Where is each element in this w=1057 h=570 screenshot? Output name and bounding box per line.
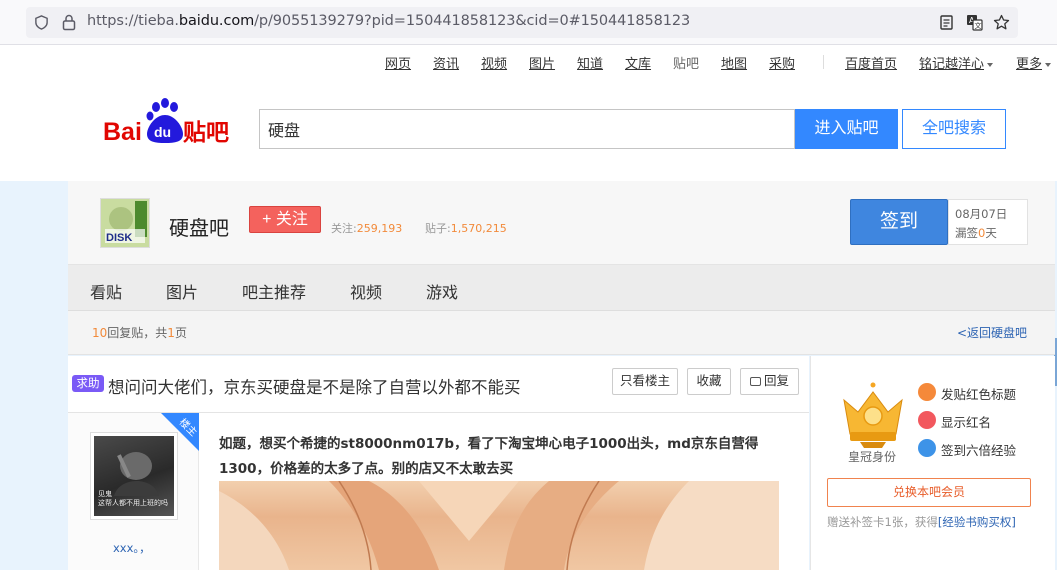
browser-toolbar: https://tieba.baidu.com/p/9055139279?pid… [0,0,1057,45]
reply-button[interactable]: 回复 [740,368,799,395]
shield-icon[interactable] [34,15,49,30]
address-bar[interactable]: https://tieba.baidu.com/p/9055139279?pid… [26,7,1018,38]
nav-link-purchase[interactable]: 采购 [769,53,795,72]
search-input[interactable] [260,110,794,148]
search-all-button[interactable]: 全吧搜索 [902,109,1006,149]
gift-text: 赠送补签卡1张，获得[经验书购买权] [827,515,1016,529]
reply-label: 回复 [763,374,789,388]
translate-icon[interactable]: A文 [966,14,983,31]
reader-view-icon[interactable] [938,14,955,31]
crown-icon [843,382,903,448]
author-name[interactable]: xxx。， [113,540,151,556]
thread-info-bar: 10回复贴，共1页 <返回硬盘吧 [68,311,1055,355]
svg-text:文: 文 [975,21,982,30]
sign-in-date: 08月07日 [955,207,1008,221]
logo-graphic: Bai du 贴吧 [103,98,229,146]
nav-link-map[interactable]: 地图 [721,53,747,72]
nav-link-web[interactable]: 网页 [385,53,411,72]
nav-link-news[interactable]: 资讯 [433,53,459,72]
search-box[interactable] [259,109,795,149]
nav-link-baidu-home[interactable]: 百度首页 [845,53,897,72]
help-tag: 求助 [72,375,104,392]
logo-du: du [154,124,171,140]
tab-images[interactable]: 图片 [166,279,198,303]
followers-stat: 关注:259,193 [331,222,403,235]
lock-icon[interactable] [62,14,76,31]
baidu-tieba-logo[interactable]: Bai du 贴吧 [103,98,243,148]
missed-days: 漏签0天 [955,226,997,240]
disk-logo-graphic: DISK [101,199,149,247]
nav-divider [823,55,824,69]
post-content: 如题，想买个希捷的st8000nm017b，看了下淘宝坤心电子1000出头，md… [219,436,759,477]
svg-text:DISK: DISK [106,232,132,244]
nav-link-video[interactable]: 视频 [481,53,507,72]
red-name-icon [918,411,936,429]
collect-button[interactable]: 收藏 [687,368,731,395]
posts-stat: 贴子:1,570,215 [425,222,507,235]
redeem-member-button[interactable]: 兑换本吧会员 [827,478,1031,507]
nav-link-images[interactable]: 图片 [529,53,555,72]
tab-recommended[interactable]: 吧主推荐 [242,279,306,303]
url-text[interactable]: https://tieba.baidu.com/p/9055139279?pid… [87,13,690,29]
nav-link-tieba[interactable]: 贴吧 [673,53,699,72]
top-navigation: 网页 资讯 视频 图片 知道 文库 贴吧 地图 采购 百度首页 铭记越洋心 更多 [0,45,1057,78]
more-label: 更多 [1016,57,1043,72]
red-title-icon [918,383,936,401]
crown-label: 皇冠身份 [848,450,897,464]
op-badge: 楼主 [161,413,199,451]
nav-link-zhidao[interactable]: 知道 [577,53,603,72]
forum-avatar[interactable]: DISK [100,198,150,248]
sign-in-status: 08月07日 漏签0天 [948,199,1028,245]
user-menu[interactable]: 铭记越洋心 [919,53,994,72]
back-to-forum-link[interactable]: <返回硬盘吧 [957,324,1027,341]
forum-tabs: 看贴 图片 吧主推荐 视频 游戏 [68,265,1055,311]
forum-name[interactable]: 硬盘吧 [169,212,229,241]
tab-games[interactable]: 游戏 [426,279,458,303]
chevron-down-icon [987,62,994,67]
thread-title: 想问问大佬们，京东买硬盘是不是除了自营以外都不能买 [108,378,521,397]
tab-videos[interactable]: 视频 [350,279,382,303]
more-menu[interactable]: 更多 [1016,53,1052,72]
bookmark-star-icon[interactable] [993,14,1010,31]
tab-posts[interactable]: 看贴 [90,279,122,303]
logo-bai: Bai [103,118,142,146]
sign-exp-icon [918,439,936,457]
exp-book-link[interactable]: [经验书购买权] [938,515,1016,529]
comment-icon [749,377,761,386]
reply-count: 10回复贴，共1页 [92,326,187,340]
nav-link-wenku[interactable]: 文库 [625,53,651,72]
logo-tieba: 贴吧 [183,120,229,146]
user-name: 铭记越洋心 [919,57,985,72]
sign-in-button[interactable]: 签到 [850,199,948,245]
enter-tieba-button[interactable]: 进入贴吧 [795,109,898,149]
post-image[interactable] [219,481,779,570]
only-op-button[interactable]: 只看楼主 [612,368,678,395]
avatar-caption: 见鬼 这帮人都不用上班的吗 [98,490,168,507]
post-image-graphic [219,481,779,570]
follow-button[interactable]: + 关注 [249,206,321,233]
chevron-down-icon [1045,62,1052,67]
